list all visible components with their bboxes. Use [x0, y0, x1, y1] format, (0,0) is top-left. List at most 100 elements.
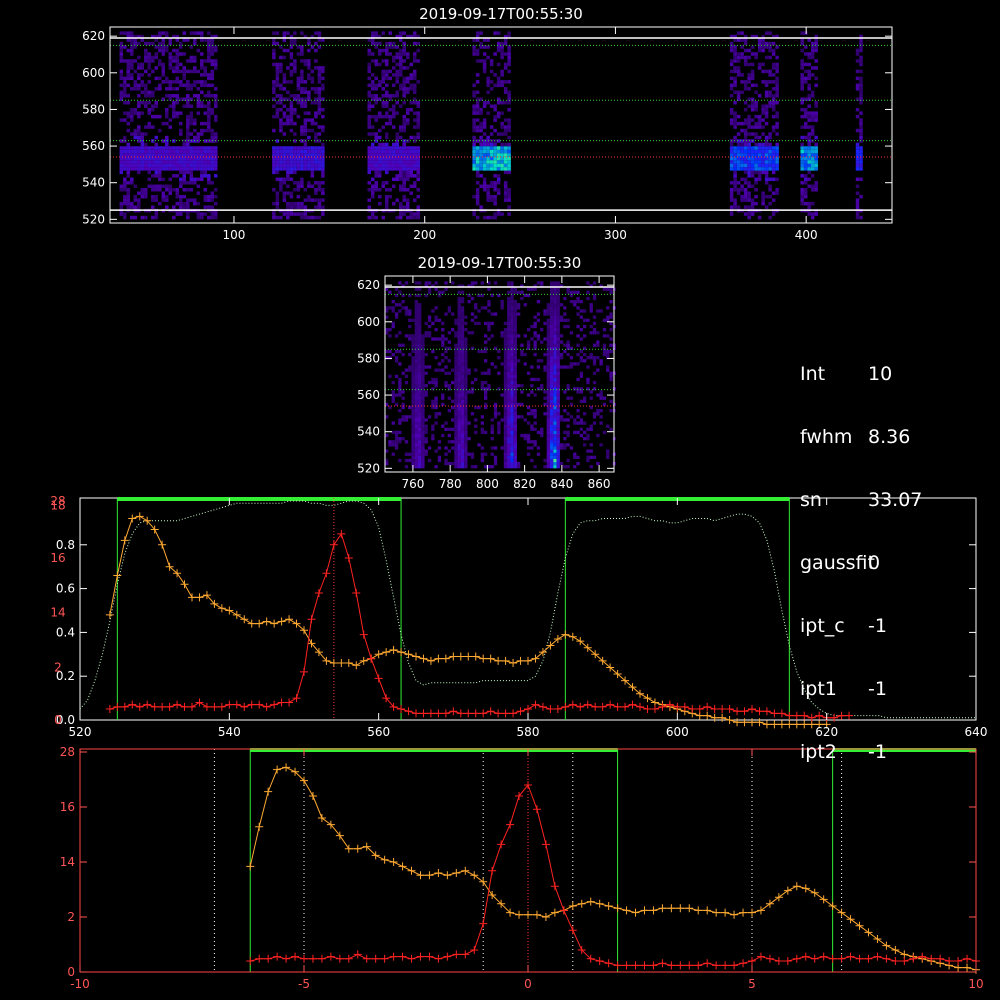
heatmap-cell: [119, 52, 124, 56]
heatmap-cell: [175, 146, 180, 150]
heatmap-cell: [729, 205, 734, 209]
heatmap-cell: [123, 31, 127, 35]
heatmap-cell: [395, 163, 399, 168]
heatmap-cell: [414, 393, 418, 397]
data-point: [622, 961, 631, 970]
heatmap-cell: [289, 149, 294, 154]
heatmap-cell: [743, 59, 748, 63]
data-point: [546, 705, 555, 714]
heatmap-cell: [203, 66, 208, 70]
heatmap-cell: [523, 418, 527, 422]
data-point: [344, 844, 353, 853]
heatmap-cell: [457, 340, 461, 344]
heatmap-cell: [126, 69, 131, 74]
heatmap-cell: [510, 365, 514, 369]
data-point: [676, 961, 685, 970]
heatmap-cell: [602, 287, 607, 291]
heatmap-cell: [768, 194, 772, 199]
heatmap-cell: [317, 149, 322, 154]
heatmap-cell: [175, 94, 180, 98]
heatmap-cell: [775, 146, 779, 150]
heatmap-cell: [416, 114, 420, 119]
heatmap-cell: [859, 149, 863, 154]
heatmap-cell: [119, 212, 124, 216]
heatmap-cell: [367, 118, 371, 122]
heatmap-cell: [510, 387, 514, 391]
heatmap-cell: [729, 163, 734, 168]
heatmap-cell: [133, 41, 138, 46]
heatmap-cell: [418, 303, 422, 307]
heatmap-cell: [126, 160, 131, 164]
heatmap-cell: [500, 83, 504, 88]
data-point: [326, 952, 335, 961]
heatmap-cell: [314, 114, 318, 119]
heatmap-cell: [750, 167, 755, 171]
heatmap-cell: [214, 59, 218, 63]
heatmap-cell: [467, 331, 471, 335]
heatmap-cell: [434, 377, 438, 382]
heatmap-cell: [810, 55, 815, 60]
heatmap-cell: [487, 321, 491, 326]
heatmap-cell: [457, 290, 461, 294]
heatmap-cell: [179, 177, 183, 182]
heatmap-cell: [859, 139, 863, 143]
data-point: [819, 895, 828, 904]
heatmap-cell: [303, 146, 308, 150]
heatmap-cell: [123, 160, 127, 164]
heatmap-cell: [743, 41, 748, 46]
heatmap-cell: [540, 359, 544, 363]
heatmap-cell: [750, 118, 755, 122]
heatmap-cell: [119, 55, 124, 60]
heatmap-cell: [507, 356, 511, 360]
heatmap-cell: [165, 153, 169, 157]
heatmap-cell: [467, 299, 471, 304]
heatmap-cell: [855, 184, 860, 189]
heatmap-cell: [434, 368, 438, 372]
heatmap-cell: [317, 107, 322, 112]
heatmap-cell: [126, 163, 131, 168]
heatmap-cell: [414, 458, 418, 463]
heatmap-cell: [513, 449, 517, 453]
heatmap-cell: [303, 118, 308, 122]
heatmap-cell: [543, 352, 547, 357]
heatmap-cell: [411, 433, 415, 438]
data-point: [255, 619, 264, 628]
heatmap-cell: [740, 80, 744, 84]
heatmap-cell: [140, 191, 145, 195]
heatmap-cell: [409, 135, 413, 140]
heatmap-cell: [855, 76, 860, 81]
heatmap-cell: [411, 443, 415, 447]
heatmap-cell: [556, 415, 560, 419]
heatmap-cell: [550, 334, 554, 338]
data-point: [613, 961, 622, 970]
heatmap-cell: [496, 76, 501, 81]
heatmap-cell: [418, 309, 422, 313]
heatmap-cell: [414, 337, 418, 341]
heatmap-cell: [414, 377, 418, 382]
heatmap-cell: [733, 38, 737, 42]
heatmap-cell: [416, 104, 420, 108]
heatmap-cell: [484, 390, 488, 394]
heatmap-cell: [441, 337, 445, 341]
heatmap-cell: [161, 66, 166, 70]
data-point: [335, 954, 344, 963]
heatmap-cell: [130, 107, 134, 112]
heatmap-cell: [272, 160, 276, 164]
heatmap-cell: [566, 396, 570, 400]
heatmap-cell: [421, 343, 425, 347]
heatmap-cell: [606, 368, 610, 372]
heatmap-cell: [733, 181, 737, 185]
heatmap-cell: [421, 371, 425, 375]
heatmap-cell: [859, 59, 863, 63]
heatmap-cell: [384, 83, 389, 88]
heatmap-cell: [550, 315, 554, 319]
data-point: [113, 702, 122, 711]
heatmap-cell: [421, 424, 425, 428]
heatmap-cell: [272, 187, 276, 192]
heatmap-cell: [775, 80, 779, 84]
heatmap-cell: [398, 170, 403, 175]
data-point: [407, 866, 416, 875]
heatmap-cell: [144, 125, 148, 129]
heatmap-cell: [503, 80, 508, 84]
heatmap-cell: [464, 465, 468, 469]
